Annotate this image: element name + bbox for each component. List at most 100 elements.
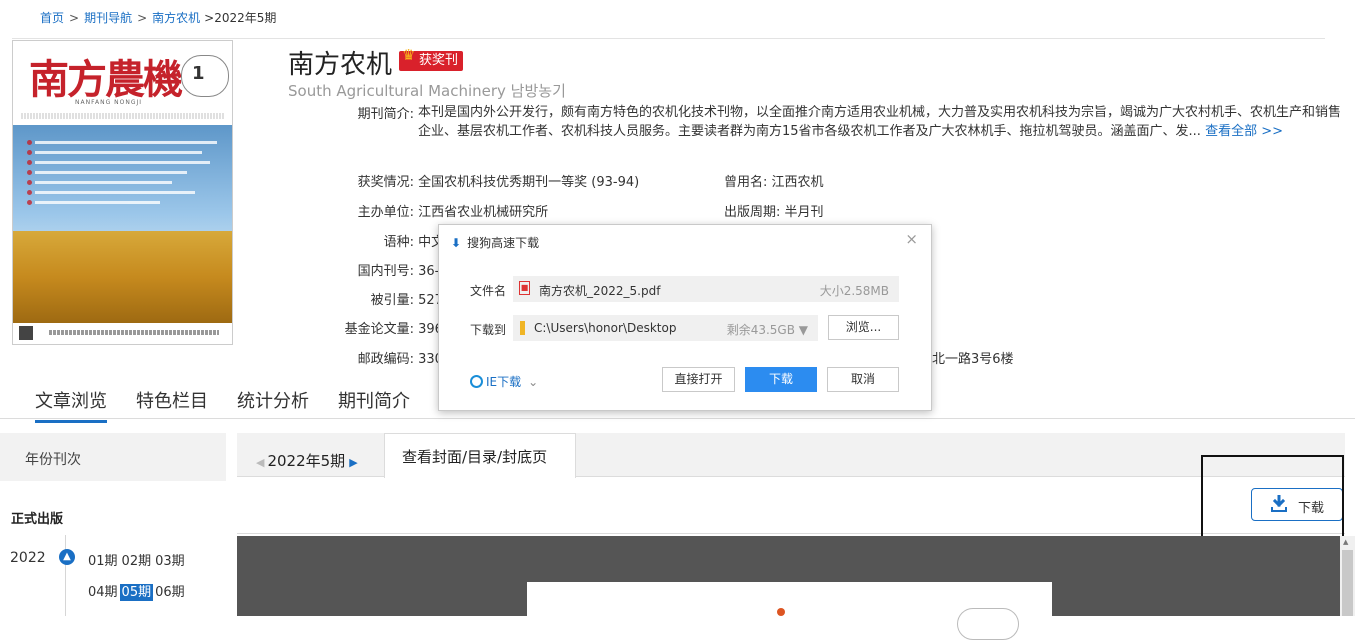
ie-download-option[interactable]: IE下载 ⌄ xyxy=(470,373,538,390)
viewer-scrollbar[interactable]: ▲ xyxy=(1340,536,1355,616)
info-row-sponsor: 主办单位: 江西省农业机械研究所 xyxy=(336,201,549,220)
cover-masthead: 南方農機 NANFANG NONGJI 1 xyxy=(13,41,232,119)
intro-label: 期刊简介: xyxy=(357,107,414,122)
issue-link-03[interactable]: 03期 xyxy=(153,553,187,570)
folder-icon xyxy=(520,321,525,335)
intro-text: 本刊是国内外公开发行，颇有南方特色的农机化技术刊物，以全面推介南方适用农业机械，… xyxy=(418,103,1343,141)
filename-field[interactable]: ■ 南方农机_2022_5.pdf 大小2.58MB xyxy=(513,276,899,302)
breadcrumb: 首页 > 期刊导航 > 南方农机 >2022年5期 xyxy=(40,9,276,26)
confirm-download-button[interactable]: 下载 xyxy=(745,367,817,392)
tab-cover-toc[interactable]: 查看封面/目录/封底页 xyxy=(384,433,576,478)
award-badge-label: 获奖刊 xyxy=(419,53,459,68)
intro-body: 本刊是国内外公开发行，颇有南方特色的农机化技术刊物，以全面推介南方适用农业机械，… xyxy=(418,105,1342,139)
browse-button[interactable]: 浏览... xyxy=(828,315,899,340)
official-publication-label: 正式出版 xyxy=(11,512,64,527)
panel-divider xyxy=(237,533,1345,534)
issue-link-01[interactable]: 01期 xyxy=(86,553,120,570)
issue-link-04[interactable]: 04期 xyxy=(86,584,120,601)
prev-issue-icon[interactable]: ◀ xyxy=(256,456,264,469)
highlight-box xyxy=(1201,455,1344,538)
tab-statistics[interactable]: 统计分析 xyxy=(237,391,309,412)
breadcrumb-separator: > xyxy=(137,11,148,25)
cycle-value: 半月刊 xyxy=(784,205,824,220)
info-row-citations: 被引量: 527 xyxy=(336,289,443,308)
save-path-select[interactable]: C:\Users\honor\Desktop 剩余43.5GB ▼ xyxy=(513,315,818,341)
cover-bullet-list xyxy=(26,140,217,211)
citations-label: 被引量: xyxy=(370,293,414,308)
language-label: 语种: xyxy=(383,235,414,250)
save-to-label: 下载到 xyxy=(470,323,507,337)
cycle-label: 出版周期: xyxy=(724,205,781,220)
issue-nav-label: 2022年5期 xyxy=(267,452,346,470)
ie-download-label: IE下载 xyxy=(486,375,522,389)
info-row-cycle: 出版周期: 半月刊 xyxy=(724,201,824,220)
dialog-title-label: 搜狗高速下载 xyxy=(467,236,540,250)
cover-headline-strip xyxy=(21,113,224,119)
cover-toc-label: 查看封面/目录/封底页 xyxy=(402,448,548,466)
address-tail: 北一路3号6楼 xyxy=(932,352,1014,367)
view-all-link[interactable]: 查看全部 >> xyxy=(1205,124,1283,139)
ie-icon xyxy=(470,375,483,388)
info-row-postcode: 邮政编码: 330 xyxy=(336,348,443,367)
issue-link-06[interactable]: 06期 xyxy=(153,584,187,601)
header-divider xyxy=(12,38,1325,39)
year-timeline-line xyxy=(65,535,66,616)
year-issue-header: 年份刊次 xyxy=(0,433,226,481)
tab-featured-columns[interactable]: 特色栏目 xyxy=(136,391,208,412)
main-tabs: 文章浏览 特色栏目 统计分析 期刊简介 xyxy=(35,387,439,423)
file-size: 大小2.58MB xyxy=(819,284,889,298)
download-arrow-icon: ⬇ xyxy=(451,236,462,250)
breadcrumb-home-link[interactable]: 首页 xyxy=(40,11,64,25)
award-value: 全国农机科技优秀期刊一等奖 (93-94) xyxy=(418,175,640,190)
scrollbar-thumb[interactable] xyxy=(1342,550,1353,616)
qr-code-icon xyxy=(19,326,33,340)
award-label: 获奖情况: xyxy=(357,175,414,190)
crown-icon: ♛ xyxy=(402,46,416,64)
filename-value: 南方农机_2022_5.pdf xyxy=(539,284,661,298)
cover-field xyxy=(13,231,232,323)
sponsor-label: 主办单位: xyxy=(357,205,414,220)
info-row-cn-number: 国内刊号: 36- xyxy=(336,260,440,279)
sponsor-value: 江西省农业机械研究所 xyxy=(418,205,549,220)
journal-subtitle: South Agricultural Machinery 남방농기 xyxy=(288,82,566,100)
open-directly-button[interactable]: 直接打开 xyxy=(662,367,735,392)
chevron-down-icon: ⌄ xyxy=(528,375,539,389)
issue-link-02[interactable]: 02期 xyxy=(120,553,154,570)
breadcrumb-separator: > xyxy=(69,11,80,25)
cn-number-label: 国内刊号: xyxy=(357,264,414,279)
collapse-up-icon[interactable]: ▲ xyxy=(59,549,75,565)
issue-link-05-current[interactable]: 05期 xyxy=(119,584,154,601)
former-name-label: 曾用名: xyxy=(724,175,768,190)
issue-row-1: 01期 02期 03期 xyxy=(86,550,187,569)
save-path-value: C:\Users\honor\Desktop xyxy=(534,321,677,335)
cancel-button[interactable]: 取消 xyxy=(827,367,899,392)
tabs-divider xyxy=(0,418,1355,419)
cover-issue-number: 1 xyxy=(192,63,205,84)
cover-issue-badge: 1 xyxy=(181,55,229,97)
free-space: 剩余43.5GB ▼ xyxy=(726,323,808,337)
journal-title: 南方农机 xyxy=(288,50,393,80)
breadcrumb-current: >2022年5期 xyxy=(204,11,277,25)
postcode-label: 邮政编码: xyxy=(357,352,414,367)
pdf-page-preview xyxy=(527,582,1052,640)
filename-label: 文件名 xyxy=(470,284,507,298)
next-issue-icon[interactable]: ▶ xyxy=(349,456,357,469)
fund-papers-label: 基金论文量: xyxy=(344,322,414,337)
former-name-value: 江西农机 xyxy=(771,175,824,190)
issue-navigator: ◀ 2022年5期 ▶ xyxy=(256,450,358,471)
info-row-award: 获奖情况: 全国农机科技优秀期刊一等奖 (93-94) xyxy=(336,171,640,190)
dialog-title: ⬇ 搜狗高速下载 xyxy=(451,234,539,251)
award-badge: ♛ 获奖刊 xyxy=(399,46,464,71)
info-row-fund-papers: 基金论文量: 396 xyxy=(336,318,443,337)
scroll-up-icon[interactable]: ▲ xyxy=(1343,538,1348,546)
breadcrumb-journal-link[interactable]: 南方农机 xyxy=(152,11,200,25)
tab-journal-intro[interactable]: 期刊简介 xyxy=(338,391,410,412)
breadcrumb-nav-link[interactable]: 期刊导航 xyxy=(84,11,132,25)
year-issue-header-label: 年份刊次 xyxy=(25,452,81,468)
close-icon[interactable]: × xyxy=(905,230,918,248)
year-label: 2022 xyxy=(10,550,46,566)
download-dialog: ⬇ 搜狗高速下载 × 文件名 ■ 南方农机_2022_5.pdf 大小2.58MB… xyxy=(438,224,932,411)
issue-row-2: 04期 05期 06期 xyxy=(86,581,187,601)
cover-logo: 南方農機 xyxy=(29,56,183,103)
cover-footer xyxy=(13,323,232,344)
